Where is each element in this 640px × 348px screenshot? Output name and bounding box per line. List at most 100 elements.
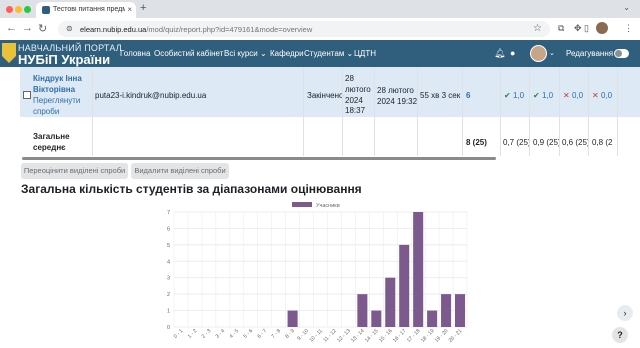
row-select-checkbox[interactable]	[23, 91, 31, 99]
regrade-selected-button[interactable]: Переоцінити виділені спроби	[21, 163, 128, 179]
bar	[287, 310, 298, 327]
average-q3: 0,6 (25)	[562, 138, 590, 147]
browser-tab-bar: Тестові питання предметної × + ⌄	[0, 0, 640, 18]
sidebar-icon[interactable]: ▯	[584, 23, 589, 34]
average-grade: 8 (25)	[466, 138, 487, 147]
x-tick-label: 1 - 2	[187, 328, 199, 340]
question-3-mark[interactable]: ✕ 0,0	[563, 91, 583, 102]
y-tick-label: 5	[167, 243, 170, 249]
x-tick-label: 3 - 4	[215, 328, 227, 340]
table-divider	[462, 67, 463, 156]
university-logo-icon[interactable]	[2, 43, 16, 63]
table-divider	[417, 67, 418, 156]
nav-all-courses[interactable]: Всі курси ⌄	[224, 49, 267, 58]
student-name-link[interactable]: Кіндрук Інна Вікторівна	[33, 74, 89, 96]
x-tick-label: 15 - 16	[378, 328, 394, 344]
tab-search-icon[interactable]: ⌄	[623, 3, 630, 12]
table-divider	[529, 67, 530, 156]
back-icon[interactable]: ←	[6, 22, 17, 34]
finished-time: 28 лютого 2024 19:32	[377, 86, 418, 106]
edit-mode-toggle[interactable]	[614, 49, 629, 58]
browser-menu-icon[interactable]: ⋮	[624, 23, 633, 34]
grades-histogram: Учасники 0 1 2 3 4 5 6 7 0 - 11 - 22 - 33 - 44 - …	[167, 202, 468, 344]
bar	[413, 212, 424, 327]
table-divider	[500, 67, 501, 156]
table-divider	[303, 67, 304, 156]
average-label: Загальне середнє	[33, 132, 70, 152]
x-tick-label: 2 - 3	[201, 328, 213, 340]
x-tick-label: 19 - 20	[434, 328, 450, 344]
correct-check-icon: ✔	[504, 91, 511, 100]
close-tab-icon[interactable]: ×	[127, 5, 132, 14]
bookmark-star-icon[interactable]: ☆	[533, 23, 542, 34]
bar	[357, 294, 368, 327]
attempt-status: Закінчено	[307, 91, 344, 100]
bar	[399, 244, 410, 327]
nav-cdtn[interactable]: ЦДТН	[354, 49, 376, 58]
question-value: 0,0	[571, 91, 584, 100]
address-bar-row: ← → ↻ ⊜ elearn.nubip.edu.ua/mod/quiz/rep…	[0, 18, 640, 41]
nav-home[interactable]: Головна	[120, 49, 150, 58]
bar	[371, 310, 382, 327]
url-host: elearn.nubip.edu.ua	[80, 25, 147, 34]
nav-departments[interactable]: Кафедри	[270, 49, 304, 58]
question-4-mark[interactable]: ✕ 0,0	[592, 91, 612, 102]
section-title: Загальна кількість студентів за діапазон…	[21, 182, 362, 196]
notifications-bell-icon[interactable]: 🔔︎	[494, 48, 505, 59]
extensions-puzzle-icon[interactable]: ✥	[574, 23, 582, 34]
incorrect-cross-icon: ✕	[592, 91, 599, 100]
table-horizontal-scrollbar[interactable]	[22, 157, 496, 160]
delete-selected-button[interactable]: Видалити виділені спроби	[131, 163, 229, 179]
user-avatar[interactable]	[530, 45, 547, 62]
browser-profile-avatar[interactable]	[596, 22, 608, 34]
extension-icon[interactable]: ⧉	[558, 23, 564, 34]
browser-tab[interactable]: Тестові питання предметної ×	[36, 2, 136, 18]
y-tick-label: 0	[167, 325, 170, 331]
toggle-knob	[615, 50, 622, 57]
url-field[interactable]: ⊜ elearn.nubip.edu.ua/mod/quiz/report.ph…	[58, 21, 550, 37]
question-value: 1,0	[541, 91, 554, 100]
y-tick-label: 1	[167, 309, 170, 315]
legend-swatch	[292, 202, 312, 207]
minimize-window-dot[interactable]	[15, 6, 22, 13]
bar	[455, 294, 466, 327]
average-q4: 0,8 (2	[592, 138, 613, 147]
forward-icon[interactable]: →	[22, 22, 33, 34]
y-tick-label: 6	[167, 226, 170, 232]
chevron-down-icon: ⌄	[344, 49, 354, 58]
nav-students[interactable]: Студентам ⌄	[304, 49, 353, 58]
table-divider	[559, 67, 560, 156]
site-info-icon[interactable]: ⊜	[66, 24, 73, 33]
x-tick-label: 16 - 17	[392, 328, 408, 344]
review-attempts-link[interactable]: Переглянути спроби	[33, 96, 89, 118]
nav-dashboard[interactable]: Особистий кабінет	[154, 49, 223, 58]
reload-icon[interactable]: ↻	[38, 22, 47, 35]
average-q1: 0,7 (25)	[503, 138, 531, 147]
y-tick-label: 7	[167, 210, 170, 216]
question-value: 1,0	[512, 91, 525, 100]
x-tick-label: 14 - 15	[364, 328, 380, 344]
x-tick-label: 18 - 19	[420, 328, 436, 344]
y-tick-label: 3	[167, 276, 170, 282]
edit-mode-label: Редагування	[566, 49, 614, 58]
close-window-dot[interactable]	[6, 6, 13, 13]
x-tick-label: 12 - 13	[336, 328, 352, 344]
question-2-mark[interactable]: ✔ 1,0	[533, 91, 553, 102]
x-tick-label: 13 - 14	[350, 328, 366, 344]
chevron-down-icon: ⌄	[257, 49, 267, 58]
zoom-window-dot[interactable]	[24, 6, 31, 13]
new-tab-button[interactable]: +	[140, 2, 146, 14]
legend-label: Учасники	[316, 203, 340, 209]
drawer-expand-button[interactable]: ›	[617, 305, 633, 321]
messages-icon[interactable]: ●	[510, 48, 515, 58]
y-tick-label: 4	[167, 259, 170, 265]
started-time: 28 лютого 2024 18:37	[345, 74, 371, 116]
user-menu-chevron-icon[interactable]: ⌄	[549, 49, 555, 57]
bar	[441, 294, 452, 327]
table-divider	[588, 67, 589, 156]
nav-students-label: Студентам	[304, 49, 345, 58]
question-1-mark[interactable]: ✔ 1,0	[504, 91, 524, 102]
help-button[interactable]: ?	[612, 327, 628, 343]
grade-link[interactable]: 6	[466, 91, 470, 102]
site-favicon-icon	[42, 6, 50, 14]
